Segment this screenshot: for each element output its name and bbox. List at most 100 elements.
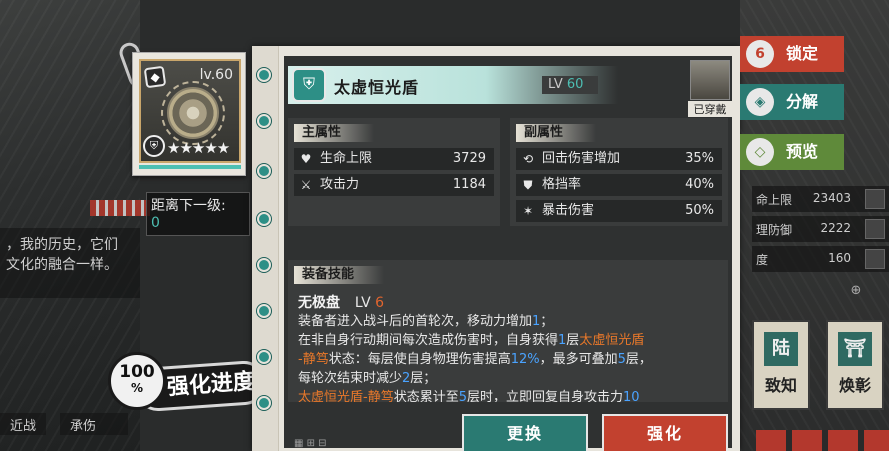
equipment-rarity-bar <box>139 165 241 169</box>
skill-text: 层 <box>566 333 580 348</box>
skill-value: 12% <box>510 352 540 367</box>
bg-stat-label: 度 <box>756 253 769 267</box>
enhance-progress: 强化进度 100 % <box>108 350 268 420</box>
main-attributes: 主属性 ♥ 生命上限 3729 ⚔ 攻击力 1184 <box>288 118 500 226</box>
preview-button[interactable]: ◇ 预览 <box>740 134 844 170</box>
binder-ring <box>257 164 271 178</box>
lock-label: 锁定 <box>786 44 819 63</box>
equipped-label: 已穿戴 <box>688 101 732 117</box>
bg-stat-label: 命上限 <box>756 193 793 207</box>
attribute-label: 暴击伤害 <box>542 203 595 218</box>
skill-card[interactable]: 陆 致知 <box>752 320 810 410</box>
bg-stat-row: 理防御 2222 <box>752 216 889 242</box>
binder-ring <box>257 212 271 226</box>
story-line: 文化的融合一样。 <box>6 257 118 273</box>
shield-type-icon: ⛨ <box>143 135 165 157</box>
star-rating: ★★★★★ <box>167 139 230 157</box>
progress-circle: 100 % <box>108 352 166 410</box>
skill-text: ，最多可叠加 <box>539 352 618 367</box>
shield-icon: ⛨ <box>292 68 326 102</box>
main-attributes-heading: 主属性 <box>294 124 374 142</box>
next-level-value: 0 <box>151 215 160 231</box>
item-level-label: LV <box>548 77 563 92</box>
bg-stat-value: 160 <box>828 251 851 265</box>
bg-stat-row: 度 160 <box>752 246 889 272</box>
binder-ring <box>257 396 271 410</box>
skill-value: 5 <box>458 390 467 402</box>
crit-icon: ✶ <box>522 204 534 218</box>
skill-text: 在非自身行动期间每次造成伤害时，自身获得 <box>298 333 559 348</box>
crossed-swords-icon: ⚔ <box>300 178 312 192</box>
progress-unit: % <box>130 381 144 395</box>
bg-stat-value: 23403 <box>812 191 851 205</box>
attribute-row: ♥ 生命上限 3729 <box>294 148 494 170</box>
grade-badge-icon: ◆ <box>143 65 167 89</box>
decompose-button[interactable]: ◈ 分解 <box>740 84 844 120</box>
zoom-icon[interactable]: ⊕ <box>845 283 867 301</box>
decompose-label: 分解 <box>786 92 819 111</box>
binder-ring <box>257 114 271 128</box>
attribute-row: ⛊ 格挡率 40% <box>516 174 722 196</box>
background-decoration <box>90 200 150 216</box>
bg-stat-value: 2222 <box>820 221 851 235</box>
preview-icon: ◇ <box>746 138 774 166</box>
skill-status: -静笃 <box>298 352 329 367</box>
item-level-value: 60 <box>566 77 584 92</box>
preview-label: 预览 <box>786 142 819 161</box>
skill-line: 太虚恒光盾-静笃状态累计至5层时，立即回复自身攻击力10 <box>298 388 722 402</box>
attribute-label: 格挡率 <box>542 177 582 192</box>
equipment-skill[interactable]: 装备技能 无极盘 LV 6 装备者进入战斗后的首轮次，移动力增加1； 在非自身行… <box>288 260 728 402</box>
stat-icon <box>865 189 885 209</box>
attribute-row: ⟲ 回击伤害增加 35% <box>516 148 722 170</box>
skill-text: 状态：每层使自身物理伤害提高 <box>328 352 511 367</box>
panel-content: ⛨ 太虚恒光盾 LV 60 已穿戴 主属性 ♥ 生命上限 3729 ⚔ 攻击力 … <box>284 56 732 451</box>
item-level: LV 60 <box>542 76 598 94</box>
skill-line: -静笃状态：每层使自身物理伤害提高12%，最多可叠加5层， <box>298 350 722 369</box>
attribute-row: ✶ 暴击伤害 50% <box>516 200 722 222</box>
skill-text: 层时，立即回复自身攻击力 <box>467 390 624 402</box>
skill-level-label: LV <box>354 295 371 311</box>
sub-attributes-heading: 副属性 <box>516 124 596 142</box>
bg-stat-label: 理防御 <box>756 223 793 237</box>
stat-icon <box>865 219 885 239</box>
attribute-label: 生命上限 <box>320 151 373 166</box>
equipment-detail-panel: ⛨ 太虚恒光盾 LV 60 已穿戴 主属性 ♥ 生命上限 3729 ⚔ 攻击力 … <box>252 46 740 451</box>
skill-heading: 装备技能 <box>294 266 384 284</box>
skill-status: 太虚恒光盾-静笃 <box>298 390 394 402</box>
equipment-card[interactable]: ◆ lv.60 ⛨ ★★★★★ <box>132 52 246 176</box>
skill-text: 装备者进入战斗后的首轮次，移动力增加 <box>298 314 533 329</box>
tab-melee[interactable]: 近战 <box>0 413 47 435</box>
equipment-level: lv.60 <box>199 67 233 83</box>
skill-line: 每轮次结束时减少2层； <box>298 369 722 388</box>
shield-icon <box>167 87 219 139</box>
replace-button[interactable]: 更换 <box>462 414 588 451</box>
skill-card[interactable]: ⛩ 焕彰 <box>826 320 884 410</box>
attribute-label: 攻击力 <box>320 177 360 192</box>
attribute-label: 回击伤害增加 <box>542 151 621 166</box>
item-name: 太虚恒光盾 <box>334 78 420 97</box>
background-strip <box>756 430 889 451</box>
background-story: ，我的历史，它们 文化的融合一样。 <box>0 228 140 298</box>
lock-button[interactable]: 6 锁定 <box>740 36 844 72</box>
skill-line: 在非自身行动期间每次造成伤害时，自身获得1层太虚恒光盾 <box>298 331 722 350</box>
skill-text: 状态累计至 <box>393 390 459 402</box>
stat-icon <box>865 249 885 269</box>
skill-title: 无极盘 LV 6 <box>298 292 384 312</box>
skill-text: ； <box>540 314 554 329</box>
skill-text: 层， <box>625 352 652 367</box>
next-level-box: 距离下一级: 0 <box>146 192 250 236</box>
heart-icon: ♥ <box>300 152 312 166</box>
enhance-button[interactable]: 强化 <box>602 414 728 451</box>
attribute-row: ⚔ 攻击力 1184 <box>294 174 494 196</box>
equipped-by[interactable]: 已穿戴 <box>688 60 732 118</box>
story-line: ，我的历史，它们 <box>6 237 118 253</box>
attribute-value: 1184 <box>452 177 486 192</box>
card-label: 焕彰 <box>838 376 871 395</box>
counter-icon: ⟲ <box>522 152 534 166</box>
skill-description: 装备者进入战斗后的首轮次，移动力增加1； 在非自身行动期间每次造成伤害时，自身获… <box>298 312 722 402</box>
skill-line: 装备者进入战斗后的首轮次，移动力增加1； <box>298 312 722 331</box>
progress-value: 100 <box>119 362 155 382</box>
next-level-label: 距离下一级: <box>151 198 226 214</box>
binder-ring <box>257 304 271 318</box>
skill-name: 无极盘 <box>298 295 340 311</box>
